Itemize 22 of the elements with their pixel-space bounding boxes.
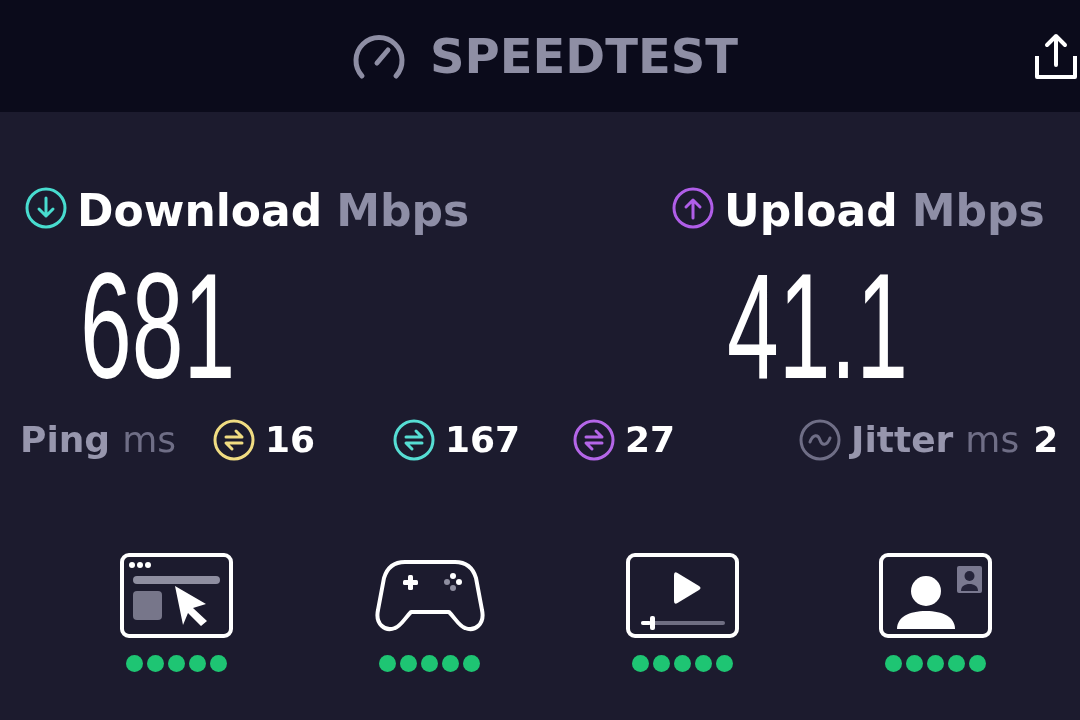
video-call-icon	[879, 553, 992, 638]
jitter-label: Jitter	[851, 422, 954, 458]
share-icon	[1034, 32, 1078, 80]
share-button[interactable]	[1034, 32, 1078, 80]
result-label: Upload	[724, 189, 898, 233]
ping-label: Ping	[20, 422, 111, 458]
speed-value: 681	[80, 251, 236, 401]
gamepad-icon	[374, 557, 485, 634]
unit-label: ms	[965, 422, 1020, 458]
app-title: SPEEDTEST	[430, 32, 738, 80]
ping-value: 27	[625, 422, 676, 458]
result-label: Download	[77, 189, 323, 233]
browser-cursor-icon	[120, 553, 233, 638]
jitter-value: 2	[1033, 422, 1059, 458]
speed-value: 41.1	[727, 251, 908, 401]
wave-icon	[799, 419, 841, 461]
unit-label: ms	[122, 422, 176, 458]
ping-value: 167	[445, 422, 521, 458]
video-player-icon	[626, 553, 739, 638]
ping-value: 16	[265, 422, 316, 458]
unit-label: Mbps	[336, 189, 470, 233]
unit-label: Mbps	[911, 189, 1045, 233]
